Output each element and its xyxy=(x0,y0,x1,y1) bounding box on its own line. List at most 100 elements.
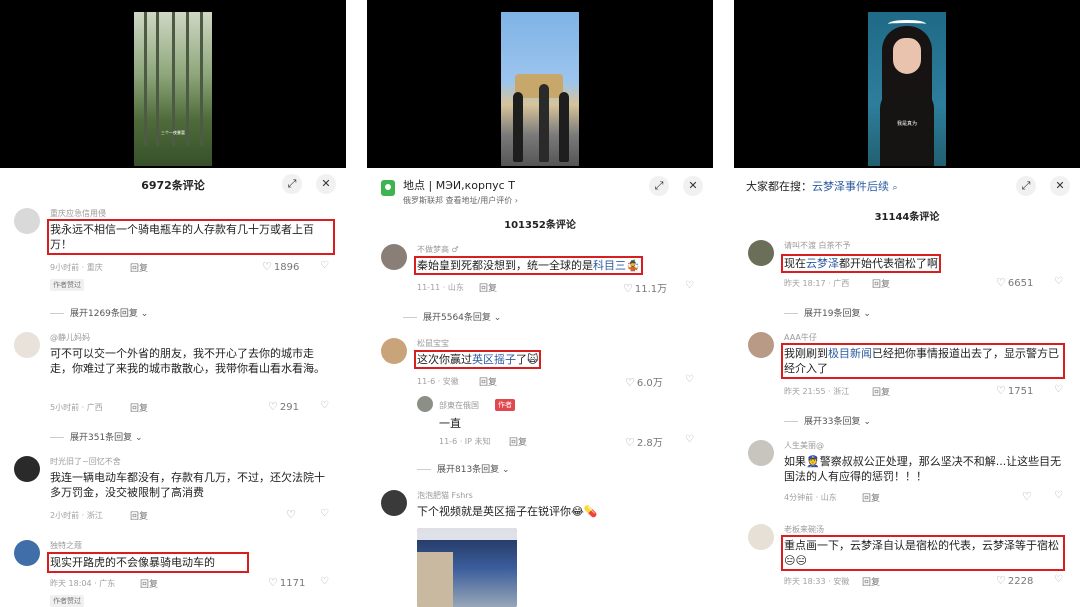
dislike-icon[interactable]: ♡ xyxy=(685,280,694,291)
comment-username[interactable]: 请叫不渡 白茶不予 xyxy=(784,240,851,251)
close-icon[interactable]: ✕ xyxy=(1050,176,1070,196)
avatar[interactable] xyxy=(14,208,40,234)
comment-username[interactable]: 松鼠宝宝 xyxy=(417,338,449,349)
comment-count: 31144条评论 xyxy=(874,212,940,223)
comment-meta: 4分钟前 · 山东 xyxy=(784,493,837,502)
reply-button[interactable]: 回复 xyxy=(130,401,148,414)
location-card[interactable]: 地点 | МЭИ,корпус Т 俄罗斯联邦 查看地址/用户评价 › xyxy=(381,176,643,212)
dislike-icon[interactable]: ♡ xyxy=(1054,490,1063,501)
comment-text: 可不可以交一个外省的朋友，我不开心了去你的城市走走，你难过了来我的城市散散心，我… xyxy=(50,347,325,375)
dislike-icon[interactable]: ♡ xyxy=(1054,276,1063,287)
avatar[interactable] xyxy=(748,332,774,358)
reply-button[interactable]: 回复 xyxy=(872,385,890,398)
keyword-link[interactable]: 科目三 xyxy=(593,259,626,272)
dislike-icon[interactable]: ♡ xyxy=(1054,384,1063,395)
video-thumbnail[interactable]: 三个一夜暴富 xyxy=(134,12,212,166)
search-suggestion[interactable]: 大家都在搜：云梦泽事件后续 ⌕ xyxy=(746,178,898,194)
comment-username[interactable]: 人生美丽@ xyxy=(784,440,824,451)
video-player[interactable]: 我是真为 xyxy=(734,0,1080,168)
video-player[interactable] xyxy=(367,0,713,168)
close-icon[interactable]: ✕ xyxy=(683,176,703,196)
reply-button[interactable]: 回复 xyxy=(862,491,880,504)
like-button[interactable]: ♡ 1751 xyxy=(996,384,1033,397)
comment-username[interactable]: 时光旧了~回忆不舍 xyxy=(50,456,121,467)
avatar[interactable] xyxy=(417,396,433,412)
close-icon[interactable]: ✕ xyxy=(316,174,336,194)
video-player[interactable]: 三个一夜暴富 xyxy=(0,0,346,168)
keyword-link[interactable]: 英区摇子 xyxy=(472,353,516,366)
comment-username[interactable]: 独特之蔻 xyxy=(50,540,82,551)
avatar[interactable] xyxy=(14,540,40,566)
attached-video-thumbnail[interactable] xyxy=(417,528,517,607)
author-liked-badge: 作者赞过 xyxy=(50,279,84,291)
comment-username[interactable]: AAA牛仔 xyxy=(784,332,817,343)
comment-username[interactable]: 泡泡肥猫 Fshrs xyxy=(417,490,473,501)
like-button[interactable]: ♡ 291 xyxy=(268,400,299,413)
comment-username[interactable]: 不做梦高 ♂ xyxy=(417,244,459,255)
like-button[interactable]: ♡ 2.8万 xyxy=(625,434,663,449)
like-button[interactable]: ♡ 6651 xyxy=(996,276,1033,289)
location-pin-icon xyxy=(381,180,395,196)
dislike-icon[interactable]: ♡ xyxy=(685,374,694,385)
dislike-icon[interactable]: ♡ xyxy=(320,508,329,519)
keyword-link[interactable]: 云梦泽 xyxy=(806,257,839,270)
location-subtitle[interactable]: 俄罗斯联邦 查看地址/用户评价 › xyxy=(403,195,518,206)
expand-replies[interactable]: 展开19条回复 ⌄ xyxy=(784,306,871,319)
reply-button[interactable]: 回复 xyxy=(140,577,158,590)
heart-icon: ♡ xyxy=(625,376,635,389)
fullscreen-icon[interactable]: ⤢ xyxy=(1016,176,1036,196)
avatar[interactable] xyxy=(748,524,774,550)
avatar[interactable] xyxy=(748,240,774,266)
avatar[interactable] xyxy=(748,440,774,466)
like-button[interactable]: ♡ xyxy=(286,508,298,521)
avatar[interactable] xyxy=(381,338,407,364)
like-button[interactable]: ♡ xyxy=(1022,490,1034,503)
video-thumbnail[interactable]: 我是真为 xyxy=(868,12,946,166)
comment-username[interactable]: 老板来碗汤 xyxy=(784,524,824,535)
fullscreen-icon[interactable]: ⤢ xyxy=(282,174,302,194)
heart-icon: ♡ xyxy=(268,576,278,589)
avatar[interactable] xyxy=(381,490,407,516)
comment-username[interactable]: 重庆应急信用侵 xyxy=(50,208,106,219)
comment-username[interactable]: @静儿妈妈 xyxy=(50,332,90,343)
comment-text: 下个视频就是英区摇子在锐评你😂💊 xyxy=(417,505,598,518)
comment-sheet: 6972条评论 ⤢ ✕ 重庆应急信用侵 我永远不相信一个骑电瓶车的人存款有几十万… xyxy=(0,168,346,607)
reply-button[interactable]: 回复 xyxy=(509,435,527,448)
like-button[interactable]: ♡ 2228 xyxy=(996,574,1033,587)
like-button[interactable]: ♡ 1896 xyxy=(262,260,299,273)
avatar[interactable] xyxy=(14,332,40,358)
reply-button[interactable]: 回复 xyxy=(872,277,890,290)
dislike-icon[interactable]: ♡ xyxy=(1054,574,1063,585)
reply-button[interactable]: 回复 xyxy=(479,375,497,388)
expand-replies[interactable]: 展开351条回复 ⌄ xyxy=(50,430,143,443)
reply-button[interactable]: 回复 xyxy=(479,281,497,294)
like-button[interactable]: ♡ 6.0万 xyxy=(625,374,663,389)
keyword-link[interactable]: 极目新闻 xyxy=(828,347,872,360)
dislike-icon[interactable]: ♡ xyxy=(320,400,329,411)
expand-replies[interactable]: 展开5564条回复 ⌄ xyxy=(403,310,501,323)
comment-meta: 昨天 18:04 · 广东 xyxy=(50,579,116,588)
search-keyword-link[interactable]: 云梦泽事件后续 xyxy=(812,180,889,193)
reply-button[interactable]: 回复 xyxy=(130,261,148,274)
expand-replies[interactable]: 展开813条回复 ⌄ xyxy=(417,462,510,475)
reply-button[interactable]: 回复 xyxy=(130,509,148,522)
dislike-icon[interactable]: ♡ xyxy=(320,260,329,271)
search-icon: ⌕ xyxy=(892,183,898,193)
fullscreen-icon[interactable]: ⤢ xyxy=(649,176,669,196)
comment-username[interactable]: 部東在俄国 xyxy=(439,400,479,411)
like-button[interactable]: ♡ 1171 xyxy=(268,576,305,589)
expand-replies[interactable]: 展开33条回复 ⌄ xyxy=(784,414,871,427)
avatar[interactable] xyxy=(381,244,407,270)
video-thumbnail[interactable] xyxy=(501,12,579,166)
dislike-icon[interactable]: ♡ xyxy=(685,434,694,445)
panel-street-video: 地点 | МЭИ,корпус Т 俄罗斯联邦 查看地址/用户评价 › ⤢ ✕ … xyxy=(367,0,713,607)
like-count: 6.0万 xyxy=(636,378,663,389)
avatar[interactable] xyxy=(14,456,40,482)
heart-icon: ♡ xyxy=(996,574,1006,587)
reply-button[interactable]: 回复 xyxy=(862,575,880,588)
like-count: 11.1万 xyxy=(634,284,668,295)
dislike-icon[interactable]: ♡ xyxy=(320,576,329,587)
expand-replies[interactable]: 展开1269条回复 ⌄ xyxy=(50,306,148,319)
comment-meta: 11-11 · 山东 xyxy=(417,283,464,292)
like-button[interactable]: ♡ 11.1万 xyxy=(623,280,667,295)
